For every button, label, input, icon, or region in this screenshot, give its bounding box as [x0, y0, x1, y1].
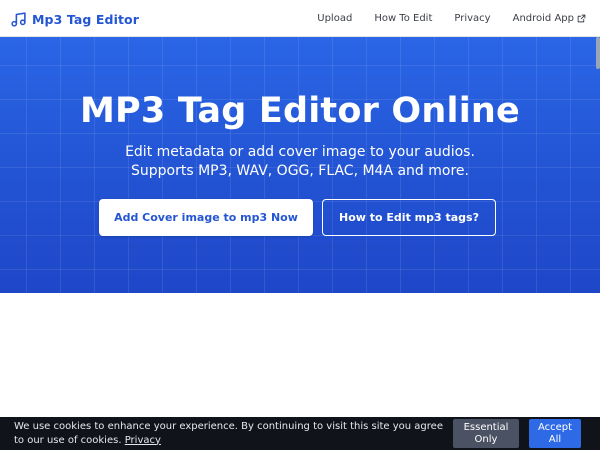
how-to-edit-tags-button[interactable]: How to Edit mp3 tags?: [322, 199, 496, 236]
nav-link-upload[interactable]: Upload: [317, 13, 352, 24]
cookie-message: We use cookies to enhance your experienc…: [14, 420, 454, 447]
essential-only-line-2: Only: [474, 433, 498, 445]
music-note-icon: [11, 11, 26, 27]
cookie-consent-bar: We use cookies to enhance your experienc…: [0, 417, 600, 450]
nav-links: Upload How To Edit Privacy Android App: [317, 0, 586, 37]
accept-all-label: Accept All: [538, 422, 572, 446]
brand-name: Mp3 Tag Editor: [32, 11, 139, 27]
scrollbar-thumb[interactable]: [596, 37, 600, 69]
external-link-icon: [577, 14, 586, 23]
essential-only-label: Essential Only: [464, 422, 509, 446]
cookie-privacy-link[interactable]: Privacy: [125, 435, 161, 446]
cookie-message-text: We use cookies to enhance your experienc…: [14, 421, 443, 446]
hero-subtitle-line-2: Supports MP3, WAV, OGG, FLAC, M4A and mo…: [131, 163, 469, 179]
brand-logo-link[interactable]: Mp3 Tag Editor: [10, 9, 139, 29]
nav-link-how-to-edit[interactable]: How To Edit: [374, 13, 432, 24]
nav-link-android-app-label: Android App: [512, 13, 574, 24]
accept-all-line-2: All: [548, 433, 562, 445]
essential-only-button[interactable]: Essential Only: [453, 419, 519, 448]
accept-all-button[interactable]: Accept All: [529, 419, 581, 448]
hero-subtitle-line-1: Edit metadata or add cover image to your…: [125, 144, 475, 160]
nav-link-privacy[interactable]: Privacy: [454, 13, 490, 24]
nav-link-android-app[interactable]: Android App: [513, 13, 586, 24]
add-cover-image-button[interactable]: Add Cover image to mp3 Now: [99, 199, 313, 236]
hero-section: MP3 Tag Editor Online Edit metadata or a…: [0, 37, 600, 293]
page-scrollbar[interactable]: [595, 37, 600, 417]
essential-only-line-1: Essential: [463, 421, 509, 433]
hero-title: MP3 Tag Editor Online: [80, 91, 520, 131]
accept-all-line-1: Accept: [537, 421, 573, 433]
top-navbar: Mp3 Tag Editor Upload How To Edit Privac…: [0, 0, 600, 37]
